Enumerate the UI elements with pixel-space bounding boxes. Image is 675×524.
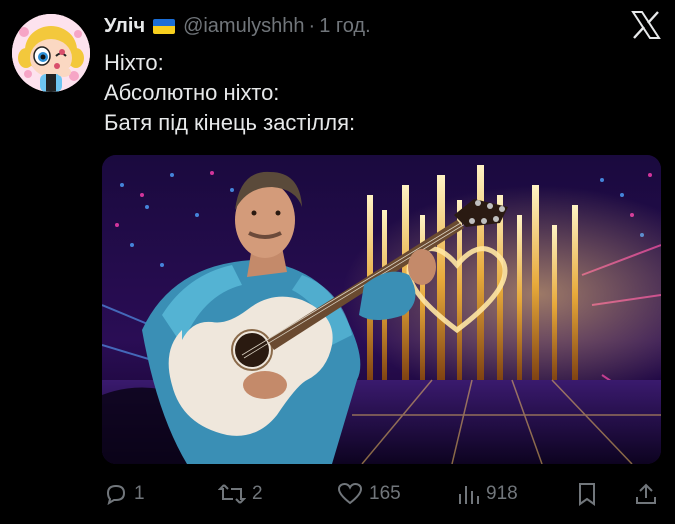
tweet-header: Уліч @iamulyshhh · 1 год. xyxy=(104,12,371,40)
author-name[interactable]: Уліч xyxy=(104,15,145,38)
ukraine-flag-icon xyxy=(153,18,176,34)
reply-icon xyxy=(106,484,126,506)
header-separator: · xyxy=(308,14,316,37)
reply-button[interactable]: 1 xyxy=(104,474,145,514)
media-image xyxy=(102,155,661,464)
like-button[interactable]: 165 xyxy=(337,474,401,514)
like-count: 165 xyxy=(369,483,401,504)
avatar-image xyxy=(12,14,90,92)
views-icon xyxy=(459,486,479,504)
action-bar: 1 2 165 918 xyxy=(0,474,675,514)
tweet-text: Ніхто: Абсолютно ніхто: Батя під кінець … xyxy=(104,48,355,138)
bookmark-icon xyxy=(579,483,595,506)
bookmark-button[interactable] xyxy=(576,474,598,514)
tweet-time[interactable]: 1 год. xyxy=(319,15,370,38)
tweet-line-3: Батя під кінець застілля: xyxy=(104,110,356,135)
reply-count: 1 xyxy=(134,483,145,504)
repost-count: 2 xyxy=(252,483,263,504)
tweet-media[interactable] xyxy=(102,155,661,464)
tweet-line-1: Ніхто: xyxy=(104,50,164,75)
tweet-line-2: Абсолютно ніхто: xyxy=(104,80,280,105)
views-button[interactable]: 918 xyxy=(456,474,518,514)
avatar[interactable] xyxy=(12,14,90,92)
author-handle[interactable]: @iamulyshhh xyxy=(183,15,304,38)
heart-icon xyxy=(337,482,363,505)
repost-icon xyxy=(218,484,246,504)
x-logo-icon[interactable] xyxy=(626,8,666,42)
view-count: 918 xyxy=(486,483,518,504)
share-button[interactable] xyxy=(634,474,658,514)
repost-button[interactable]: 2 xyxy=(218,474,263,514)
share-icon xyxy=(636,483,656,504)
